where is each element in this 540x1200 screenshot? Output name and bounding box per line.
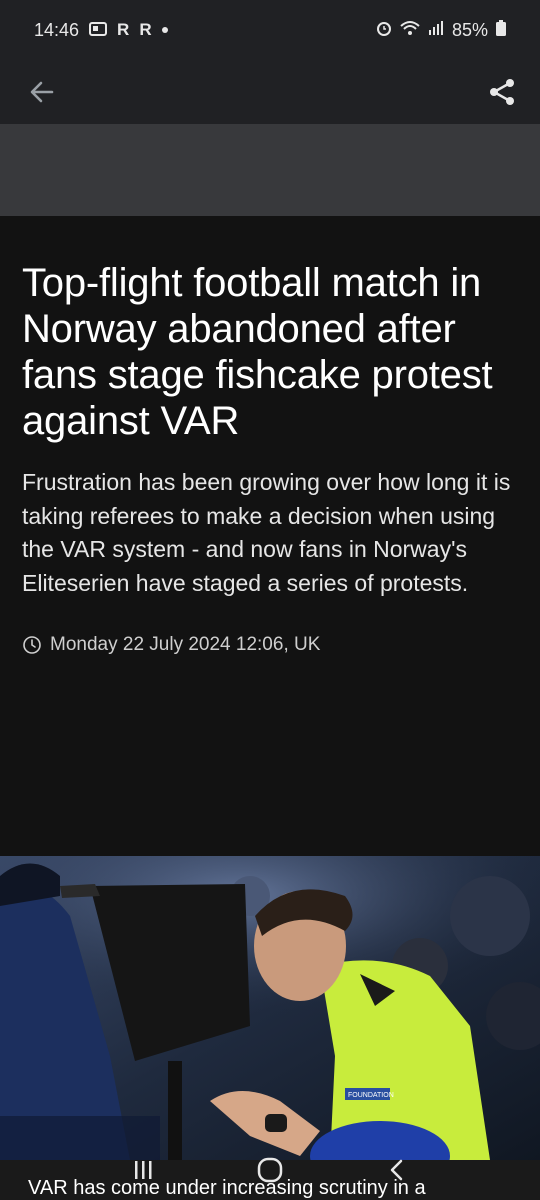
article-header: Top-flight football match in Norway aban… <box>0 216 540 856</box>
chevron-left-icon <box>390 1159 402 1181</box>
system-nav-bar <box>0 1140 540 1200</box>
status-bar: 14:46 R R 85% <box>0 0 540 60</box>
referee-var-photo: FOUNDATION <box>0 856 540 1160</box>
clock-icon <box>23 636 41 654</box>
status-time: 14:46 <box>34 19 80 40</box>
notification-r-icon-2: R <box>139 20 152 39</box>
article-date: Monday 22 July 2024 12:06, UK <box>50 634 321 655</box>
share-icon <box>490 79 514 105</box>
article-hero-image[interactable]: FOUNDATION <box>0 856 540 1160</box>
home-button[interactable] <box>246 1150 294 1190</box>
notification-r-icon: R <box>117 20 130 39</box>
alarm-icon <box>376 20 392 41</box>
back-button[interactable] <box>24 74 60 110</box>
wifi-icon <box>400 20 420 41</box>
share-button[interactable] <box>484 74 520 110</box>
article-headline: Top-flight football match in Norway aban… <box>22 261 493 443</box>
app-bar <box>0 60 540 124</box>
ad-banner-placeholder <box>0 124 540 216</box>
back-nav-button[interactable] <box>373 1150 421 1190</box>
home-icon <box>257 1157 283 1183</box>
recent-apps-icon <box>135 1161 152 1179</box>
arrow-left-icon <box>30 81 54 103</box>
more-notifications-icon <box>161 27 168 33</box>
signal-icon <box>428 20 444 41</box>
battery-level: 85% <box>451 19 488 40</box>
news-notification-icon <box>89 20 108 41</box>
article-dateline: Monday 22 July 2024 12:06, UK <box>22 634 518 656</box>
battery-icon <box>496 19 506 41</box>
recent-apps-button[interactable] <box>119 1150 167 1190</box>
article-standfirst: Frustration has been growing over how lo… <box>22 469 511 596</box>
shirt-badge-text: FOUNDATION <box>348 1092 394 1099</box>
